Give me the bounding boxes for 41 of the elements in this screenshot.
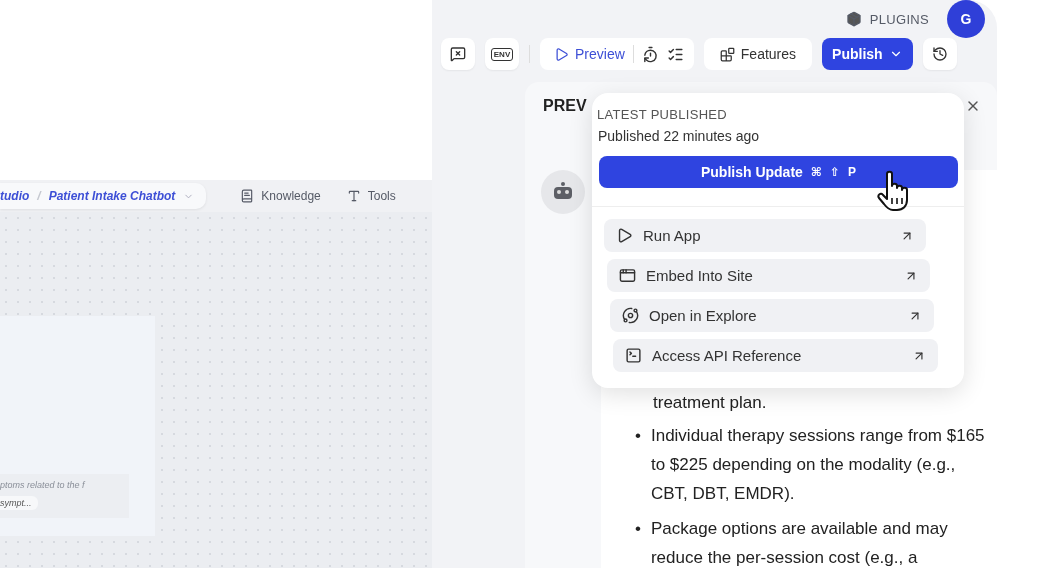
robot-avatar-icon — [541, 170, 585, 214]
type-icon — [346, 189, 361, 203]
history-button[interactable] — [922, 38, 957, 70]
menu-item[interactable]: Embed Into Site — [607, 259, 930, 292]
menu-item[interactable]: Access API Reference — [613, 339, 938, 372]
message-bullet: Package options are available and may reduce the per-session cost (e.g., a — [650, 518, 949, 568]
message-bullet: Individual therapy sessions range from $165 to $225 depending on the modality (e.g., CBT, DBT, EMDR). — [650, 425, 986, 505]
plugins-link[interactable]: PLUGINS — [845, 11, 929, 27]
user-avatar[interactable]: G — [947, 0, 985, 38]
publish-button[interactable]: Publish — [822, 38, 913, 70]
node-text: ptoms related to the f — [0, 480, 87, 490]
clock-icon[interactable] — [641, 45, 659, 63]
publish-status: Published 22 minutes ago — [598, 128, 761, 144]
bullet-marker: • — [635, 518, 641, 540]
chat-off-icon — [450, 46, 466, 62]
blocks-icon — [719, 46, 735, 62]
breadcrumb-separator: / — [37, 189, 41, 203]
book-icon — [240, 189, 255, 203]
publish-update-button[interactable]: Publish Update ⌘ ⇧ P — [599, 156, 958, 188]
history-icon — [931, 46, 948, 62]
menu-item[interactable]: Run App — [604, 219, 926, 252]
chat-off-button[interactable] — [441, 38, 475, 70]
menu-heading: LATEST PUBLISHED — [597, 107, 729, 122]
breadcrumb-link[interactable]: tudio — [0, 189, 30, 203]
play-icon — [616, 227, 633, 244]
play-icon — [554, 46, 569, 62]
features-button[interactable]: Features — [703, 38, 813, 70]
cube-icon — [845, 11, 862, 27]
breadcrumb-current[interactable]: Patient Intake Chatbot — [48, 189, 176, 203]
planet-icon — [622, 307, 639, 324]
menu-item[interactable]: Open in Explore — [610, 299, 934, 332]
message-text: treatment plan. — [653, 392, 768, 414]
embed-icon — [619, 267, 636, 284]
terminal-icon — [625, 347, 642, 364]
preview-button[interactable]: Preview — [554, 38, 625, 70]
panel-title: PREV — [543, 97, 587, 115]
node-tag: sympt... — [0, 496, 38, 510]
env-button[interactable]: ENV — [485, 38, 519, 70]
nav-tab[interactable]: Knowledge — [240, 189, 321, 203]
nav-tab[interactable]: Tools — [346, 189, 396, 203]
bullet-marker: • — [635, 425, 641, 447]
